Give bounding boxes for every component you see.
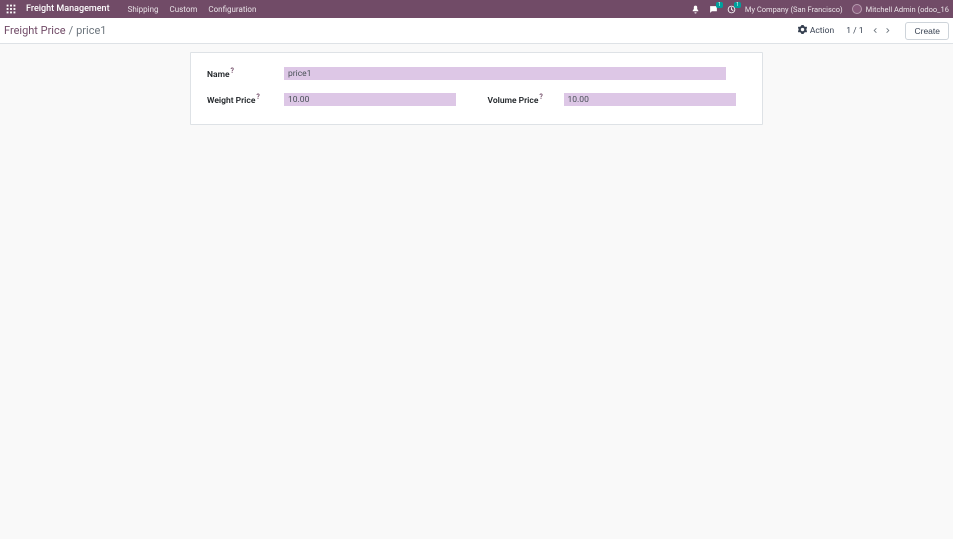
breadcrumb: Freight Price / price1 xyxy=(4,24,106,37)
user-name: Mitchell Admin (odoo_16 xyxy=(866,5,949,14)
form-row-prices: Weight Price? Volume Price? xyxy=(207,93,746,106)
gear-icon xyxy=(798,25,807,37)
breadcrumb-link[interactable]: Freight Price xyxy=(4,24,66,37)
name-label: Name? xyxy=(207,67,284,80)
weight-price-input[interactable] xyxy=(284,93,456,106)
nav-item-configuration[interactable]: Configuration xyxy=(208,5,256,14)
action-label: Action xyxy=(810,26,834,36)
chat-icon[interactable]: 1 xyxy=(709,5,718,14)
activity-badge: 1 xyxy=(734,2,741,8)
action-button[interactable]: Action xyxy=(798,25,834,37)
chat-badge: 1 xyxy=(716,2,723,8)
apps-icon[interactable] xyxy=(4,3,17,16)
form-row-name: Name? xyxy=(207,67,746,80)
create-button[interactable]: Create xyxy=(905,22,949,40)
form-sheet: Name? Weight Price? Volume Price? xyxy=(190,52,763,125)
pager: 1 / 1 xyxy=(846,25,893,37)
navbar-right: 1 1 My Company (San Francisco) Mitchell … xyxy=(691,4,949,14)
company-selector[interactable]: My Company (San Francisco) xyxy=(745,5,843,14)
required-mark: ? xyxy=(231,67,234,75)
name-input[interactable] xyxy=(284,67,726,80)
volume-price-input[interactable] xyxy=(564,93,736,106)
pager-prev[interactable] xyxy=(869,25,881,37)
pager-text[interactable]: 1 / 1 xyxy=(846,26,863,36)
volume-label: Volume Price? xyxy=(488,93,564,106)
control-panel-right: Action 1 / 1 Create xyxy=(798,22,949,40)
user-menu[interactable]: Mitchell Admin (odoo_16 xyxy=(852,4,949,14)
activity-icon[interactable]: 1 xyxy=(727,5,736,14)
weight-label: Weight Price? xyxy=(207,93,284,106)
nav-item-shipping[interactable]: Shipping xyxy=(128,5,159,14)
notification-icon[interactable] xyxy=(691,5,700,14)
nav-item-custom[interactable]: Custom xyxy=(170,5,198,14)
required-mark: ? xyxy=(256,93,259,101)
navbar-left: Freight Management Shipping Custom Confi… xyxy=(4,3,256,16)
breadcrumb-current: price1 xyxy=(76,24,106,37)
pager-nav xyxy=(869,25,893,37)
volume-col: Volume Price? xyxy=(488,93,747,106)
navbar: Freight Management Shipping Custom Confi… xyxy=(0,0,953,18)
weight-col: Weight Price? xyxy=(207,93,466,106)
required-mark: ? xyxy=(539,93,542,101)
app-title[interactable]: Freight Management xyxy=(26,4,110,14)
control-panel: Freight Price / price1 Action 1 / 1 Crea… xyxy=(0,18,953,44)
nav-menu: Shipping Custom Configuration xyxy=(128,5,257,14)
breadcrumb-separator: / xyxy=(69,24,74,37)
avatar xyxy=(852,4,862,14)
pager-next[interactable] xyxy=(881,25,893,37)
